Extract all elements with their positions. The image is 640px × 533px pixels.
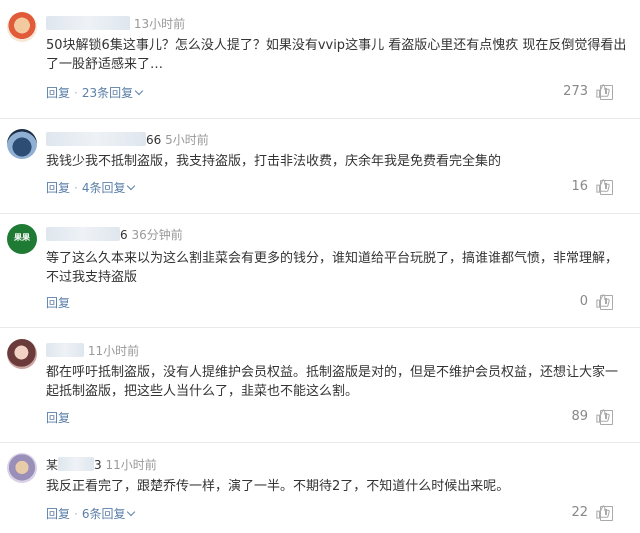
reply-button[interactable]: 回复 <box>46 296 70 310</box>
comment-text: 我钱少我不抵制盗版，我支持盗版，打击非法收费，庆余年我是免费看完全集的 <box>46 154 502 169</box>
timestamp: 13小时前 <box>133 17 186 31</box>
like-count: 273 <box>563 84 588 99</box>
comment-header: 66 5小时前 <box>46 131 209 148</box>
timestamp: 5小时前 <box>165 133 209 147</box>
comment-text: 我反正看完了，跟楚乔传一样，演了一半。不期待2了，不知道什么时候出来呢。 <box>46 479 510 494</box>
report-icon[interactable] <box>600 180 613 195</box>
reply-button[interactable]: 回复 <box>46 86 70 100</box>
view-replies-button[interactable]: 23条回复 <box>81 86 144 100</box>
username-redacted[interactable] <box>46 343 84 357</box>
username-redacted[interactable] <box>46 227 120 241</box>
chevron-down-icon <box>134 86 144 96</box>
reply-button[interactable]: 回复 <box>46 181 70 195</box>
avatar-logo: 果果 <box>14 233 30 242</box>
timestamp: 11小时前 <box>87 344 140 358</box>
report-icon[interactable] <box>600 506 613 521</box>
username-suffix: 3 <box>94 458 102 472</box>
username-redacted[interactable] <box>46 132 146 146</box>
view-replies-button[interactable]: 6条回复 <box>81 507 136 521</box>
username-suffix: 6 <box>120 228 128 242</box>
report-icon[interactable] <box>600 85 613 100</box>
comment-actions: 回复 · 6条回复 <box>46 505 136 522</box>
avatar[interactable]: 果果 <box>7 224 37 254</box>
comment-header: 某 3 11小时前 <box>46 456 157 473</box>
divider <box>0 327 640 328</box>
comment-header: 11小时前 <box>46 342 139 359</box>
reply-button[interactable]: 回复 <box>46 411 70 425</box>
like-count: 89 <box>571 409 588 424</box>
comment-text: 50块解锁6集这事儿？怎么没人提了？如果没有vvip这事儿 看盗版心里还有点愧疚… <box>46 38 627 72</box>
divider <box>0 118 640 119</box>
username-suffix: 66 <box>146 133 162 147</box>
separator: · <box>74 86 78 100</box>
divider <box>0 442 640 443</box>
replies-count-label: 23条回复 <box>81 86 134 100</box>
comment-header: 13小时前 <box>46 15 185 32</box>
comment-actions: 回复 <box>46 409 70 426</box>
like-count: 22 <box>571 505 588 520</box>
comment-actions: 回复 <box>46 294 70 311</box>
view-replies-button[interactable]: 4条回复 <box>81 181 136 195</box>
comment-actions: 回复 · 4条回复 <box>46 179 136 196</box>
avatar[interactable] <box>7 129 37 159</box>
report-icon[interactable] <box>600 410 613 425</box>
chevron-down-icon <box>127 181 136 191</box>
replies-count-label: 6条回复 <box>81 507 126 521</box>
avatar[interactable] <box>7 339 37 369</box>
reply-button[interactable]: 回复 <box>46 507 70 521</box>
timestamp: 11小时前 <box>105 458 157 472</box>
avatar[interactable] <box>7 453 37 483</box>
divider <box>0 213 640 214</box>
comment-text: 都在呼吁抵制盗版，没有人提维护会员权益。抵制盗版是对的，但是不维护会员权益，还想… <box>46 365 619 399</box>
replies-count-label: 4条回复 <box>81 181 126 195</box>
like-count: 16 <box>571 179 588 194</box>
separator: · <box>74 181 78 195</box>
username-redacted[interactable] <box>58 457 95 471</box>
username-redacted[interactable] <box>46 16 130 30</box>
comment-text: 等了这么久本来以为这么割韭菜会有更多的钱分，谁知道给平台玩脱了，搞谁谁都气愤，非… <box>46 251 619 285</box>
avatar[interactable] <box>7 12 37 42</box>
comment-actions: 回复 · 23条回复 <box>46 84 144 101</box>
separator: · <box>74 507 78 521</box>
username-prefix: 某 <box>46 458 59 472</box>
like-count: 0 <box>579 294 588 309</box>
chevron-down-icon <box>127 507 136 517</box>
timestamp: 36分钟前 <box>131 228 183 242</box>
comment-header: 6 36分钟前 <box>46 226 183 243</box>
report-icon[interactable] <box>600 295 613 310</box>
